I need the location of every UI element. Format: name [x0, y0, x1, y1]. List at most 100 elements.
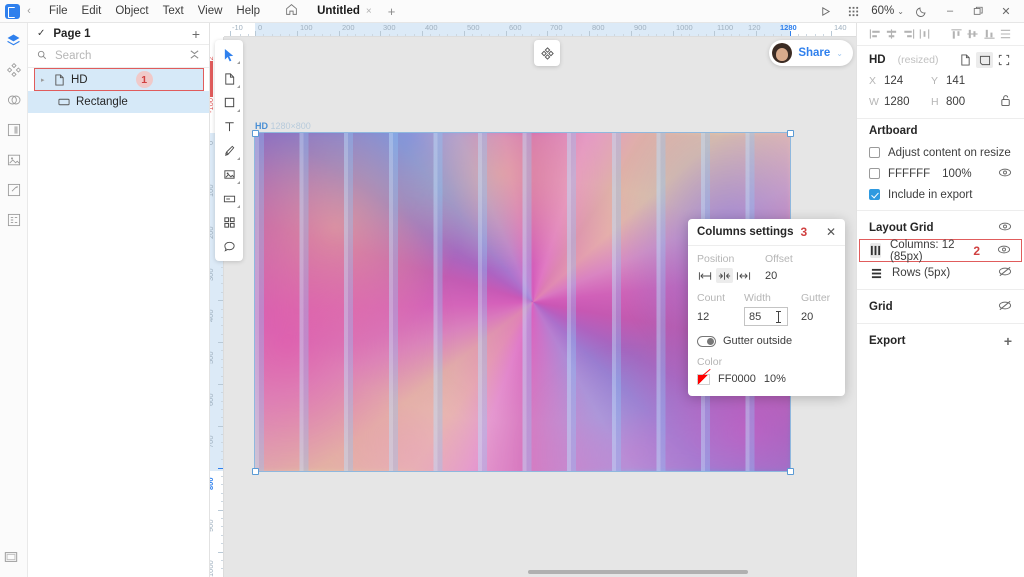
artboard-tool[interactable] — [217, 68, 241, 89]
new-tab-button[interactable]: + — [388, 4, 396, 19]
layout-grid-columns-row[interactable]: Columns: 12 (85px) 2 — [859, 239, 1022, 263]
components-icon[interactable] — [4, 60, 24, 80]
include-export-row[interactable]: Include in export — [857, 184, 1024, 205]
disclosure-icon[interactable]: ▸ — [41, 76, 48, 84]
components-tool[interactable] — [217, 212, 241, 233]
gutter-outside-row[interactable]: Gutter outside — [697, 335, 836, 347]
menu-object[interactable]: Object — [108, 2, 155, 20]
gutter-value[interactable]: 20 — [801, 311, 813, 323]
offset-value[interactable]: 20 — [765, 270, 777, 282]
align-horizontal-center-icon[interactable] — [884, 26, 901, 42]
home-icon[interactable] — [281, 3, 301, 19]
layer-item-hd[interactable]: ▸ HD 1 — [34, 68, 204, 91]
artboard-label[interactable]: HD 1280×800 — [255, 121, 311, 131]
resize-handle-bottom-right[interactable] — [787, 468, 794, 475]
count-value[interactable]: 12 — [697, 311, 744, 323]
color-opacity-value[interactable]: 10% — [764, 373, 786, 385]
eye-hidden-icon[interactable] — [998, 300, 1012, 314]
color-hex-value[interactable]: FF0000 — [718, 373, 756, 385]
w-field[interactable]: W 1280 — [869, 96, 931, 108]
layout-grid-rows-row[interactable]: Rows (5px) — [857, 262, 1024, 284]
export-page-icon[interactable] — [957, 52, 974, 68]
page-row[interactable]: ✓ Page 1 + — [28, 23, 209, 45]
move-tool-icon[interactable] — [534, 40, 560, 66]
eye-visible-icon[interactable] — [997, 244, 1011, 258]
align-vertical-center-icon[interactable] — [964, 26, 981, 42]
zoom-level-dropdown[interactable]: 60% ⌄ — [867, 5, 908, 17]
menu-help[interactable]: Help — [229, 2, 267, 20]
rectangle-tool[interactable] — [217, 92, 241, 113]
eye-hidden-icon[interactable] — [998, 266, 1012, 280]
add-export-button[interactable]: + — [1004, 333, 1012, 349]
fill-opacity[interactable]: 100% — [942, 168, 971, 180]
horizontal-scrollbar[interactable] — [528, 570, 748, 574]
adjust-content-checkbox[interactable] — [869, 147, 880, 158]
select-tool[interactable] — [217, 44, 241, 65]
menu-file[interactable]: File — [42, 2, 75, 20]
panel-toggle-icon[interactable] — [4, 550, 18, 567]
adjust-content-row[interactable]: Adjust content on resize — [857, 142, 1024, 163]
include-export-checkbox[interactable] — [869, 189, 880, 200]
share-button[interactable]: Share ⌄ — [769, 40, 853, 66]
grid-apps-icon[interactable] — [839, 0, 867, 22]
add-page-button[interactable]: + — [192, 26, 200, 42]
plugins-icon[interactable] — [4, 180, 24, 200]
layer-item-rectangle[interactable]: Rectangle — [28, 91, 209, 113]
assets-image-icon[interactable] — [4, 150, 24, 170]
input-tool[interactable] — [217, 188, 241, 209]
width-input[interactable]: 85 — [744, 307, 788, 326]
menu-view[interactable]: View — [191, 2, 230, 20]
image-tool[interactable] — [217, 164, 241, 185]
menu-edit[interactable]: Edit — [75, 2, 109, 20]
align-left-columns-icon[interactable] — [697, 268, 714, 283]
align-top-icon[interactable] — [948, 26, 965, 42]
tab-untitled[interactable]: Untitled × — [311, 3, 378, 19]
fit-to-screen-icon[interactable] — [995, 52, 1012, 68]
close-button[interactable]: ✕ — [992, 0, 1020, 22]
distribute-vertical-icon[interactable] — [997, 26, 1014, 42]
fill-row[interactable]: FFFFFF 100% — [857, 163, 1024, 184]
eye-visible-icon[interactable] — [998, 167, 1012, 181]
styles-icon[interactable] — [4, 90, 24, 110]
color-row[interactable]: FF0000 10% — [697, 373, 836, 385]
moon-icon[interactable] — [908, 0, 936, 22]
y-field[interactable]: Y 141 — [931, 75, 993, 87]
text-tool[interactable] — [217, 116, 241, 137]
search-input[interactable]: Search — [55, 50, 181, 62]
x-field[interactable]: X 124 — [869, 75, 931, 87]
fill-hex[interactable]: FFFFFF — [888, 168, 930, 180]
align-bottom-icon[interactable] — [981, 26, 998, 42]
h-field[interactable]: H 800 — [931, 96, 993, 108]
close-icon[interactable]: ✕ — [826, 225, 836, 239]
maximize-button[interactable] — [964, 0, 992, 22]
resize-handle-top-left[interactable] — [252, 130, 259, 137]
gutter-outside-toggle[interactable] — [697, 335, 716, 347]
align-right-icon[interactable] — [900, 26, 917, 42]
comment-tool[interactable] — [217, 236, 241, 257]
distribute-horizontal-icon[interactable] — [917, 26, 934, 42]
align-center-columns-icon[interactable] — [716, 268, 733, 283]
pen-tool[interactable] — [217, 140, 241, 161]
tab-close-icon[interactable]: × — [366, 6, 372, 17]
unlock-icon[interactable] — [1000, 94, 1012, 110]
ruler-horizontal[interactable]: -10 0 100 200 300 400 500 600 700 800 90… — [210, 23, 856, 37]
canvas-area[interactable]: -10 0 100 200 300 400 500 600 700 800 90… — [210, 23, 856, 577]
columns-settings-dialog[interactable]: Columns settings 3 ✕ Position Offset 20 … — [688, 219, 845, 396]
eye-visible-icon[interactable] — [998, 221, 1012, 235]
artboard-preset-icon[interactable] — [976, 52, 993, 68]
play-icon[interactable] — [811, 0, 839, 22]
prototype-icon[interactable] — [4, 210, 24, 230]
minimize-button[interactable]: – — [936, 0, 964, 22]
menu-text[interactable]: Text — [156, 2, 191, 20]
fill-checkbox[interactable] — [869, 168, 880, 179]
layers-icon[interactable] — [4, 30, 24, 50]
collapse-all-icon[interactable] — [189, 49, 200, 63]
color-swatch[interactable] — [697, 373, 710, 385]
layers-search-row[interactable]: Search — [28, 45, 209, 68]
resize-handle-bottom-left[interactable] — [252, 468, 259, 475]
avatar[interactable] — [772, 43, 793, 63]
pages-icon[interactable] — [4, 120, 24, 140]
align-stretch-columns-icon[interactable] — [735, 268, 752, 283]
resize-handle-top-right[interactable] — [787, 130, 794, 137]
align-left-icon[interactable] — [867, 26, 884, 42]
